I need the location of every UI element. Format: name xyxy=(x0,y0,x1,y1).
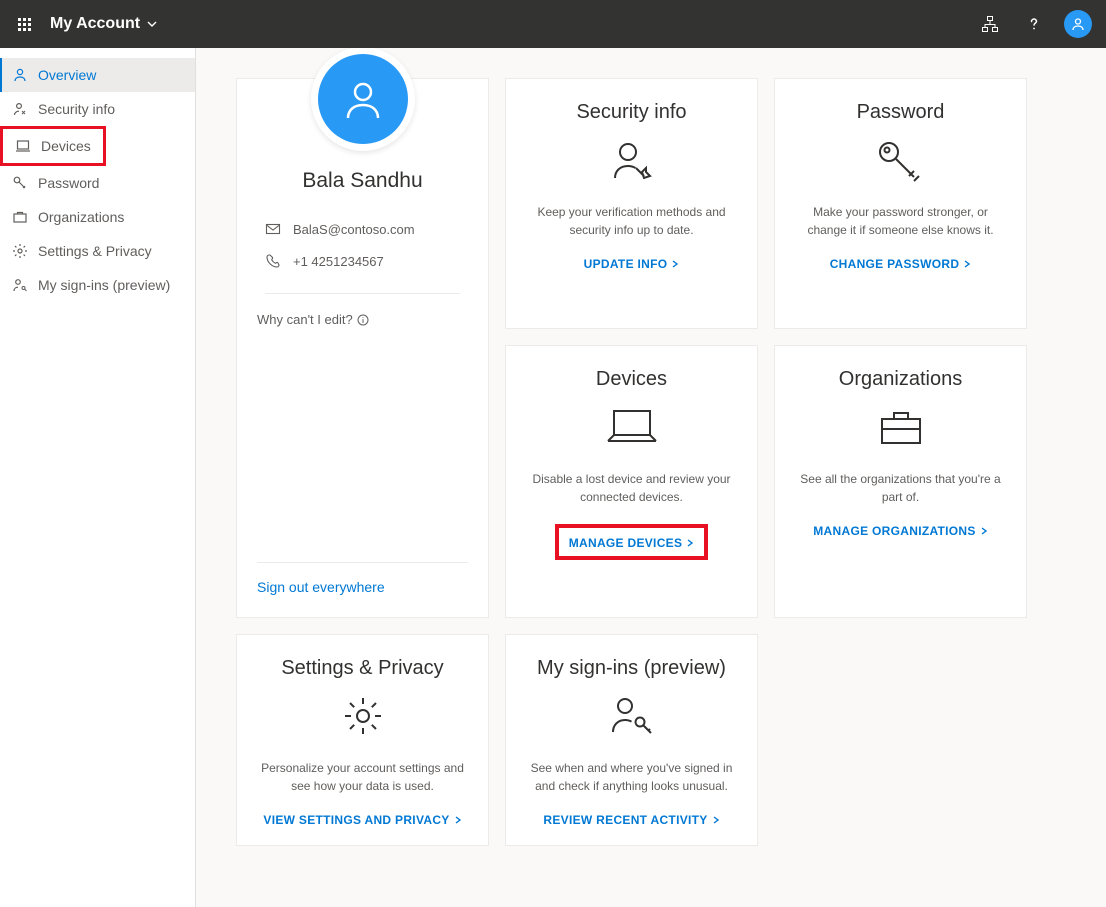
card-desc: Make your password stronger, or change i… xyxy=(795,203,1006,239)
phone-icon xyxy=(265,253,281,269)
card-desc: Personalize your account settings and se… xyxy=(257,759,468,795)
info-icon xyxy=(357,314,369,326)
person-icon xyxy=(12,67,28,83)
security-edit-icon xyxy=(608,138,656,187)
chevron-right-icon xyxy=(686,539,694,547)
card-desc: Keep your verification methods and secur… xyxy=(526,203,737,239)
change-password-link[interactable]: CHANGE PASSWORD xyxy=(830,257,972,271)
briefcase-icon xyxy=(876,405,926,454)
org-tree-icon xyxy=(981,15,999,33)
sidebar-item-label: Overview xyxy=(38,67,96,83)
app-launcher-button[interactable] xyxy=(8,8,40,40)
security-info-card: Security info Keep your verification met… xyxy=(505,78,758,329)
help-button[interactable] xyxy=(1014,4,1054,44)
card-title: Organizations xyxy=(839,368,962,391)
account-button[interactable] xyxy=(1058,4,1098,44)
sidebar-item-settings-privacy[interactable]: Settings & Privacy xyxy=(0,234,195,268)
card-desc: Disable a lost device and review your co… xyxy=(526,470,737,506)
sidebar-item-overview[interactable]: Overview xyxy=(0,58,195,92)
settings-privacy-card: Settings & Privacy Personalize your acco… xyxy=(236,634,489,846)
key-icon xyxy=(875,138,927,187)
person-icon xyxy=(1070,16,1086,32)
chevron-right-icon xyxy=(712,816,720,824)
my-signins-card: My sign-ins (preview) See when and where… xyxy=(505,634,758,846)
highlight-devices-nav: Devices xyxy=(0,126,106,166)
manage-organizations-link[interactable]: MANAGE ORGANIZATIONS xyxy=(813,524,987,538)
app-header: My Account xyxy=(0,0,1106,48)
key-icon xyxy=(12,175,28,191)
profile-email: BalaS@contoso.com xyxy=(293,222,415,237)
app-title-text: My Account xyxy=(50,15,140,33)
gear-icon xyxy=(341,694,385,743)
help-icon xyxy=(1025,15,1043,33)
sidebar-item-devices[interactable]: Devices xyxy=(3,129,103,163)
avatar-small xyxy=(1064,10,1092,38)
card-title: Devices xyxy=(596,368,667,391)
main-content: Bala Sandhu BalaS@contoso.com +1 4251234… xyxy=(196,48,1106,907)
security-icon xyxy=(12,101,28,117)
signin-icon xyxy=(12,277,28,293)
waffle-icon xyxy=(18,18,31,31)
profile-email-row: BalaS@contoso.com xyxy=(257,221,468,237)
sidebar-item-organizations[interactable]: Organizations xyxy=(0,200,195,234)
mail-icon xyxy=(265,221,281,237)
app-title-dropdown[interactable]: My Account xyxy=(50,15,158,33)
chevron-right-icon xyxy=(963,260,971,268)
sidebar-item-security-info[interactable]: Security info xyxy=(0,92,195,126)
devices-card: Devices Disable a lost device and review… xyxy=(505,345,758,618)
sidebar-item-my-signins[interactable]: My sign-ins (preview) xyxy=(0,268,195,302)
sidebar-item-label: Password xyxy=(38,175,99,191)
avatar-large xyxy=(318,54,408,144)
sidebar-item-label: Security info xyxy=(38,101,115,117)
gear-icon xyxy=(12,243,28,259)
organizations-card: Organizations See all the organizations … xyxy=(774,345,1027,618)
card-title: Settings & Privacy xyxy=(281,657,443,680)
chevron-right-icon xyxy=(671,260,679,268)
why-cant-edit-link[interactable]: Why can't I edit? xyxy=(257,312,468,327)
profile-name: Bala Sandhu xyxy=(257,169,468,193)
divider xyxy=(265,293,460,294)
card-title: My sign-ins (preview) xyxy=(537,657,726,680)
person-icon xyxy=(338,74,388,124)
update-info-link[interactable]: UPDATE INFO xyxy=(584,257,680,271)
laptop-icon xyxy=(15,138,31,154)
profile-card: Bala Sandhu BalaS@contoso.com +1 4251234… xyxy=(236,78,489,618)
chevron-right-icon xyxy=(454,816,462,824)
card-desc: See when and where you've signed in and … xyxy=(526,759,737,795)
profile-phone: +1 4251234567 xyxy=(293,254,384,269)
chevron-right-icon xyxy=(980,527,988,535)
sign-out-everywhere-link[interactable]: Sign out everywhere xyxy=(257,579,385,595)
org-tree-button[interactable] xyxy=(970,4,1010,44)
sidebar-item-label: Devices xyxy=(41,138,91,154)
review-recent-activity-link[interactable]: REVIEW RECENT ACTIVITY xyxy=(543,813,719,827)
highlight-manage-devices: MANAGE DEVICES xyxy=(555,524,709,560)
view-settings-privacy-link[interactable]: VIEW SETTINGS AND PRIVACY xyxy=(263,813,461,827)
chevron-down-icon xyxy=(146,18,158,30)
sidebar-item-label: My sign-ins (preview) xyxy=(38,277,170,293)
card-title: Security info xyxy=(576,101,686,124)
sidebar: Overview Security info Devices Password … xyxy=(0,48,196,907)
person-key-icon xyxy=(607,694,657,743)
briefcase-icon xyxy=(12,209,28,225)
sign-out-section: Sign out everywhere xyxy=(257,562,468,597)
sidebar-item-label: Organizations xyxy=(38,209,124,225)
laptop-icon xyxy=(604,405,660,454)
card-title: Password xyxy=(857,101,945,124)
avatar-border xyxy=(311,48,415,151)
manage-devices-link[interactable]: MANAGE DEVICES xyxy=(569,536,695,550)
sidebar-item-label: Settings & Privacy xyxy=(38,243,152,259)
password-card: Password Make your password stronger, or… xyxy=(774,78,1027,329)
sidebar-item-password[interactable]: Password xyxy=(0,166,195,200)
card-desc: See all the organizations that you're a … xyxy=(795,470,1006,506)
header-right xyxy=(970,4,1098,44)
profile-phone-row: +1 4251234567 xyxy=(257,253,468,269)
